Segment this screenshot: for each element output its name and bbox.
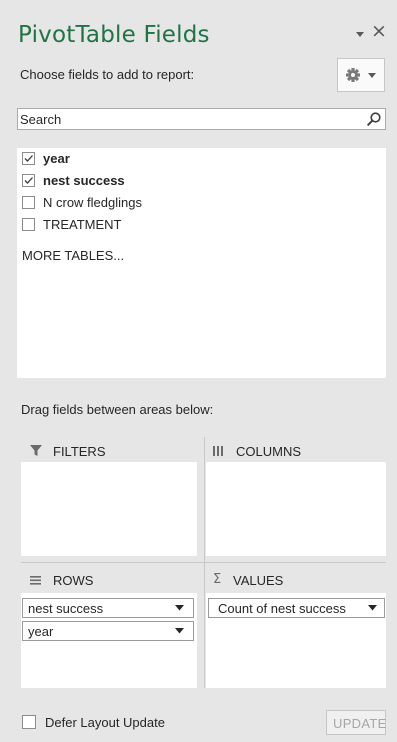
field-checkbox-n-crow-fledglings[interactable] [22, 195, 35, 209]
filter-icon [30, 445, 42, 456]
field-label: TREATMENT [43, 216, 122, 232]
gear-icon [346, 68, 376, 82]
sigma-icon: Σ [213, 572, 222, 587]
defer-layout-update-label: Defer Layout Update [45, 714, 165, 730]
pill-label: year [28, 624, 54, 639]
columns-drop-zone[interactable] [206, 462, 386, 556]
field-item-year[interactable]: year [22, 149, 70, 167]
columns-icon [213, 446, 223, 456]
rows-icon [30, 576, 41, 585]
field-item-nest-success[interactable]: nest success [22, 171, 125, 189]
drag-fields-label: Drag fields between areas below: [21, 402, 214, 417]
search-box [17, 108, 386, 130]
field-checkbox-year[interactable] [22, 151, 35, 165]
rows-area-label: ROWS [53, 572, 94, 588]
defer-layout-update-checkbox[interactable] [22, 715, 36, 729]
rows-field-pill-nest-success[interactable]: nest success [22, 598, 194, 618]
choose-fields-label: Choose fields to add to report: [20, 67, 195, 82]
more-tables-link[interactable]: MORE TABLES... [22, 248, 124, 263]
field-checkbox-nest-success[interactable] [22, 173, 35, 187]
filters-drop-zone[interactable] [21, 462, 197, 556]
pivottable-fields-pane: PivotTable Fields × Choose fields to add… [0, 0, 397, 742]
defer-layout-update-option[interactable]: Defer Layout Update [22, 713, 165, 731]
pane-title: PivotTable Fields [18, 22, 210, 48]
pill-label: nest success [28, 601, 104, 616]
chevron-down-icon [368, 605, 377, 611]
checkmark-icon [24, 176, 33, 184]
field-item-treatment[interactable]: TREATMENT [22, 215, 121, 233]
filters-area-header: FILTERS [29, 441, 106, 461]
rows-field-pill-year[interactable]: year [22, 621, 194, 641]
field-checkbox-treatment[interactable] [22, 217, 35, 231]
checkmark-icon [24, 154, 33, 162]
field-label: N crow fledglings [43, 194, 142, 210]
update-button[interactable]: UPDATE [326, 710, 386, 735]
columns-area-label: COLUMNS [236, 443, 302, 459]
field-label: year [43, 150, 70, 166]
pane-options-dropdown-icon[interactable] [354, 27, 366, 39]
filters-area-label: FILTERS [53, 443, 106, 459]
values-area-header: Σ VALUES [213, 570, 283, 590]
field-layout-settings-button[interactable] [337, 58, 385, 92]
rows-area-header: ROWS [29, 570, 93, 590]
field-list: year nest success N crow fledglings TREA… [17, 148, 386, 378]
chevron-down-icon [175, 605, 184, 611]
columns-area-header: COLUMNS [212, 441, 301, 461]
values-field-pill-count-of-nest-success[interactable]: Count of nest success [208, 598, 385, 618]
area-divider-horizontal [21, 562, 386, 563]
chevron-down-icon [175, 628, 184, 634]
pill-label: Count of nest success [218, 601, 346, 616]
close-icon[interactable]: × [371, 22, 387, 41]
field-label: nest success [43, 172, 125, 188]
search-icon[interactable] [366, 111, 382, 127]
search-input[interactable] [20, 110, 350, 128]
field-item-n-crow-fledglings[interactable]: N crow fledglings [22, 193, 142, 211]
values-area-label: VALUES [233, 572, 284, 588]
